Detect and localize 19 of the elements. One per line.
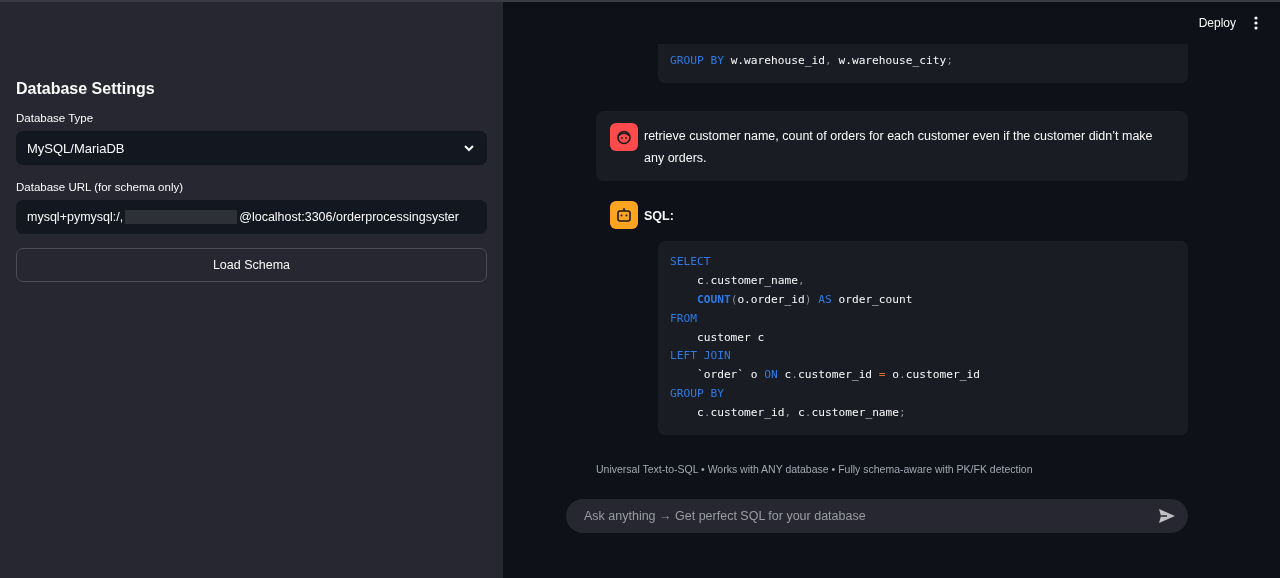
chat-input[interactable]: Ask anything → Get perfect SQL for your database — [582, 508, 1158, 525]
chevron-down-icon — [463, 144, 475, 152]
deploy-button[interactable]: Deploy — [1194, 12, 1240, 34]
more-options-icon[interactable] — [1254, 16, 1258, 30]
footer-caption: Universal Text-to-SQL • Works with ANY database • Fully schema-aware with PK/FK detection — [596, 463, 1034, 476]
user-avatar-icon — [610, 122, 638, 151]
send-icon[interactable] — [1158, 508, 1176, 525]
message-text: retrieve customer name, count of orders for each customer even if the customer didn’t make any orders. — [644, 127, 1154, 167]
robot-avatar-icon — [610, 200, 638, 229]
chat-input-bar[interactable]: Ask anything → Get perfect SQL for your database — [566, 499, 1188, 534]
field-label: Database Type — [16, 112, 95, 124]
code-block: GROUP BY w.warehouse_id, w.warehouse_city; — [658, 44, 1188, 83]
load-schema-button[interactable]: Load Schema — [16, 248, 487, 282]
database-type-select[interactable]: MySQL/MariaDB — [16, 131, 487, 165]
sidebar-title: Database Settings — [16, 80, 156, 98]
code-block: SELECT c.customer_name, COUNT(o.order_id) AS order_count FROM customer c LEFT JOIN `order` o ON c.customer_id = o.customer_id GROUP BY c.customer_id, c.customer_name; — [658, 240, 1188, 436]
field-label: Database URL (for schema only) — [16, 181, 185, 193]
database-url-field[interactable]: mysql+pymysql:/, @localhost:3306/orderprocessingsyster — [16, 200, 487, 234]
response-label: SQL: — [644, 207, 675, 225]
